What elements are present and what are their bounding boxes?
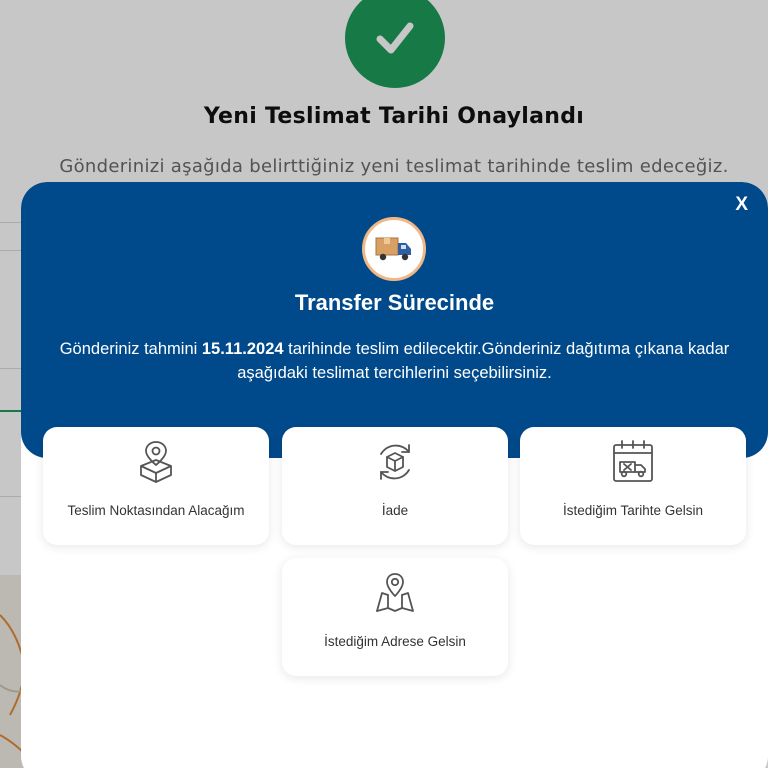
delivery-truck-icon (362, 217, 426, 281)
description-text: Gönderiniz tahmini (59, 340, 202, 358)
modal-header: X Transfer Sürecinde Gönderiniz tahmini … (21, 182, 768, 458)
description-text: tarihinde teslim edilecektir.Gönderiniz … (237, 340, 730, 382)
modal-description: Gönderiniz tahmini 15.11.2024 tarihinde … (41, 337, 748, 385)
modal-title: Transfer Sürecinde (294, 290, 495, 315)
option-return[interactable]: İade (282, 427, 508, 545)
close-button[interactable]: X (735, 194, 748, 216)
return-box-icon (372, 439, 418, 485)
map-pin-icon (372, 570, 418, 616)
option-pickup-point[interactable]: Teslim Noktasından Alacağım (43, 427, 269, 545)
option-label: Teslim Noktasından Alacağım (67, 503, 245, 518)
option-label: İstediğim Adrese Gelsin (324, 634, 466, 649)
location-box-icon (133, 439, 179, 485)
option-preferred-date[interactable]: İstediğim Tarihte Gelsin (520, 427, 746, 545)
estimated-date: 15.11.2024 (201, 340, 284, 358)
option-label: İade (381, 503, 409, 518)
option-preferred-address[interactable]: İstediğim Adrese Gelsin (282, 558, 508, 676)
calendar-truck-icon (610, 439, 656, 485)
option-label: İstediğim Tarihte Gelsin (562, 503, 704, 518)
